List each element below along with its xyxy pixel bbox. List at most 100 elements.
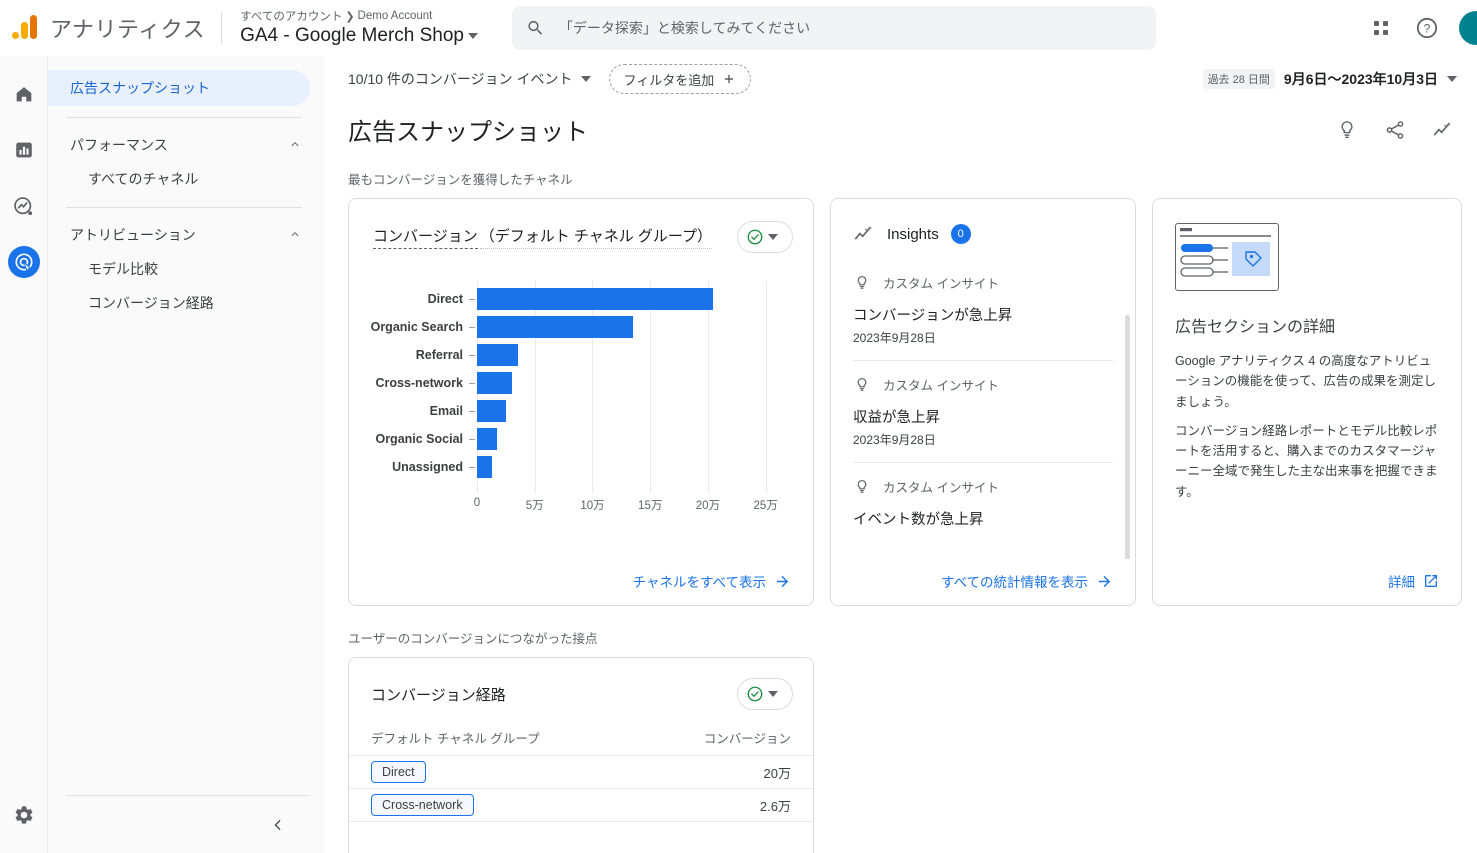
svg-text:?: ? [1424,21,1431,35]
sidebar-divider [66,207,302,208]
rail-item-advertising[interactable] [7,246,40,278]
sidebar-group-attribution[interactable]: アトリビューション [48,218,324,252]
brand-name: アナリティクス [50,16,206,42]
help-icon[interactable]: ? [1413,14,1441,42]
chart-title: コンバージョン （デフォルト チャネル グループ） [373,225,712,249]
chart-bar-row[interactable]: Cross-network [375,369,783,397]
channel-chip[interactable]: Cross-network [371,794,474,816]
add-filter-button[interactable]: フィルタを追加 [608,64,752,94]
path-metric-selector[interactable] [737,678,793,710]
chart-bar[interactable] [477,428,497,450]
app-header: アナリティクス すべてのアカウント ❯ Demo Account GA4 - G… [0,0,1477,56]
insights-scrollbar[interactable] [1125,315,1130,559]
chart-bar[interactable] [477,288,713,310]
chart-bar-label: Cross-network [375,376,463,390]
date-range-selector[interactable]: 過去 28 日間 9月6日〜2023年10月3日 [1202,69,1457,89]
insight-item[interactable]: カスタム インサイト コンバージョンが急上昇 2023年9月28日 [831,259,1135,360]
chart-x-tick-label: 5万 [525,500,544,512]
insights-list[interactable]: カスタム インサイト コンバージョンが急上昇 2023年9月28日 カスタム インサイ… [831,259,1135,559]
chart-bar[interactable] [477,344,518,366]
sidebar-divider [66,117,302,118]
lightbulb-icon [857,275,867,289]
view-all-insights-link[interactable]: すべての統計情報を表示 [941,571,1113,591]
chart-bar[interactable] [477,456,492,478]
insights-card: Insights 0 カスタム インサイト コンバージョンが急上昇 2023年9月2… [830,198,1136,606]
conversion-events-selector[interactable]: 10/10 件のコンバージョン イベント [348,69,591,89]
conversions-by-channel-card: コンバージョン （デフォルト チャネル グループ） Direct Organic … [348,198,814,606]
insights-lightbulb-icon[interactable] [1333,116,1361,144]
search-input[interactable] [558,19,1142,36]
advertising-details-card: 広告セクションの詳細 Google アナリティクス 4 の高度なアトリビューショ… [1152,198,1462,606]
path-table-body: Direct 20万 Cross-network 2.6万 [349,756,813,853]
path-col-channel: デフォルト チャネル グループ [371,732,540,746]
table-row[interactable]: Cross-network 2.6万 [349,789,813,822]
insights-count-badge: 0 [950,224,971,244]
sidebar-item-advertising-snapshot[interactable]: 広告スナップショット [48,70,310,106]
promo-paragraph-2: コンバージョン経路レポートとモデル比較レポートを活用すると、購入までのカスタマー… [1175,423,1438,499]
avatar[interactable] [1459,10,1477,45]
chevron-down-icon [1447,76,1457,82]
header-divider [221,11,223,44]
breadcrumb: すべてのアカウント ❯ Demo Account [240,8,478,24]
sidebar-item-model-comparison[interactable]: モデル比較 [48,252,324,286]
chart-axis-tick [469,438,475,440]
chart-bar-row[interactable]: Referral [416,341,783,369]
arrow-right-icon [1098,575,1111,587]
insight-kind: カスタム インサイト [853,375,1109,394]
chart-axis-tick [469,326,475,328]
view-all-channels-link[interactable]: チャネルをすべて表示 [633,571,791,591]
insight-item[interactable]: カスタム インサイト 収益が急上昇 2023年9月28日 [831,361,1135,462]
account-selector[interactable]: すべてのアカウント ❯ Demo Account GA4 - Google Me… [240,8,478,47]
sidebar-group-label: パフォーマンス [70,137,168,153]
header-actions: ? [1367,10,1477,45]
path-card-title: コンバージョン経路 [371,686,506,704]
chart-header: コンバージョン （デフォルト チャネル グループ） [349,199,813,253]
chart-axis-tick [469,354,475,356]
channel-chip[interactable]: Direct [371,761,426,783]
chart-metric-selector[interactable] [737,221,793,253]
rail-item-home[interactable] [8,78,40,110]
rail-item-explore[interactable] [8,190,40,222]
chart-bar-row[interactable]: Organic Social [375,425,783,453]
promo-learn-more-link[interactable]: 詳細 [1388,571,1439,591]
chart-metric-label[interactable]: コンバージョン [373,225,478,249]
insight-item[interactable]: カスタム インサイト イベント数が急上昇 [831,463,1135,543]
section-label-top: 最もコンバージョンを獲得したチャネル [348,173,573,187]
conversions-value: 2.6万 [759,798,791,814]
path-table-header: デフォルト チャネル グループ コンバージョン [349,710,813,756]
insights-title: Insights [887,225,939,243]
sidebar-group-performance[interactable]: パフォーマンス [48,128,324,162]
chart-bar-row[interactable]: Unassigned [392,453,783,481]
chevron-down-icon [768,691,778,697]
chart-bar[interactable] [477,400,506,422]
table-row[interactable]: Direct 20万 [349,756,813,789]
chart-axis-tick [469,410,475,412]
rail-item-reports[interactable] [8,134,40,166]
chart-x-tick-label: 20万 [695,500,721,512]
share-icon[interactable] [1381,116,1409,144]
conversions-value: 20万 [763,765,791,781]
open-in-new-icon [1425,575,1437,587]
insight-name: コンバージョンが急上昇 [853,308,1013,324]
rail-item-admin[interactable] [8,799,40,831]
sidebar-collapse-button[interactable] [66,795,309,853]
chart-dimension-label[interactable]: （デフォルト チャネル グループ） [479,225,712,249]
sidebar-item-conversion-paths[interactable]: コンバージョン経路 [48,286,324,320]
promo-title: 広告セクションの詳細 [1175,319,1336,336]
chart-bar[interactable] [477,372,513,394]
breadcrumb-root: すべてのアカウント [240,11,343,23]
table-row[interactable] [349,822,813,853]
chart-bar-row[interactable]: Organic Search [371,313,783,341]
sidebar-item-all-channels[interactable]: すべてのチャネル [48,162,324,196]
chart-bar[interactable] [477,316,633,338]
property-title[interactable]: GA4 - Google Merch Shop [240,25,478,47]
sparkline-insights-icon[interactable] [1429,116,1457,144]
insights-header: Insights 0 [831,199,1135,245]
insight-kind-label: カスタム インサイト [883,379,999,393]
chart-bar-row[interactable]: Direct [428,285,783,313]
path-col-conversions: コンバージョン [703,732,791,746]
apps-grid-icon[interactable] [1367,14,1395,42]
chart-bar-row[interactable]: Email [430,397,783,425]
search-bar[interactable] [511,5,1156,50]
bar-chart: Direct Organic Search Referral Cross-networ… [349,275,813,525]
